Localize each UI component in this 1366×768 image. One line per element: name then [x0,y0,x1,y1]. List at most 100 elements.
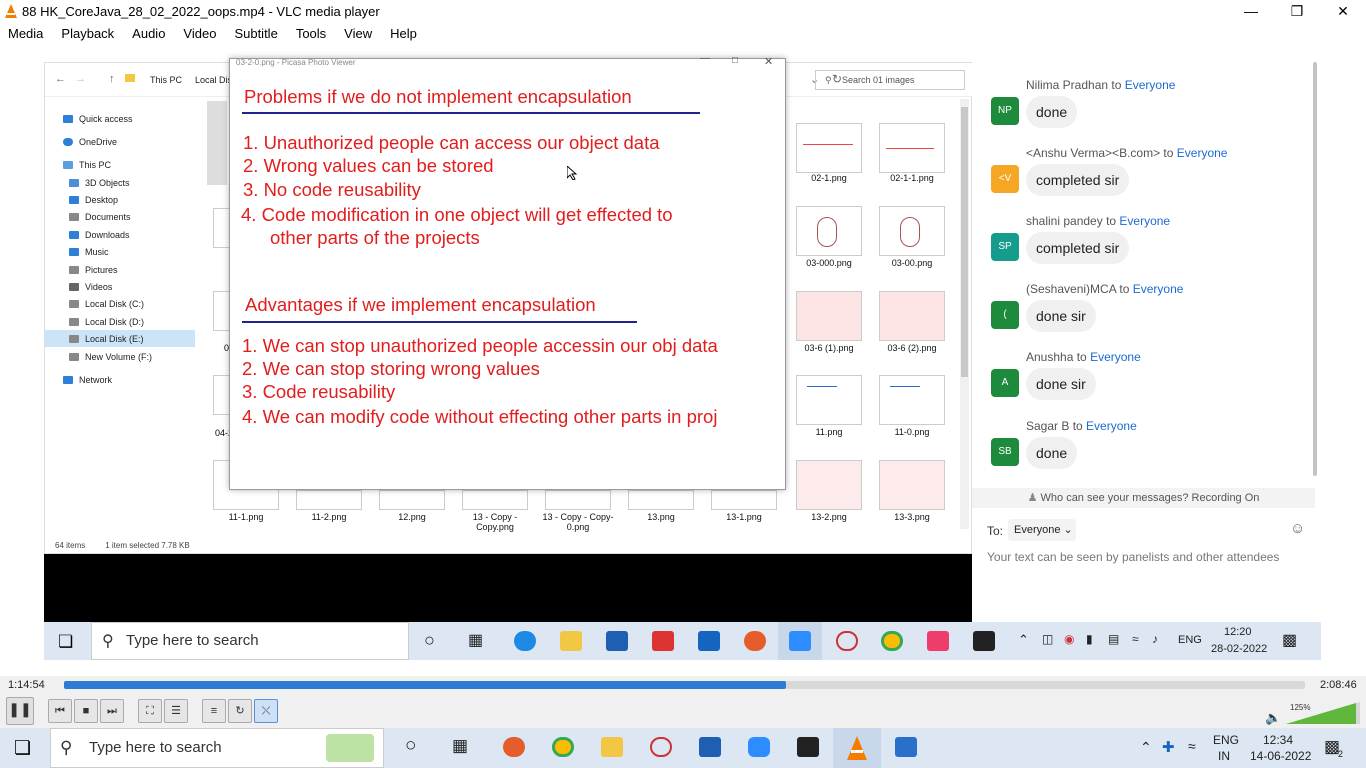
fullscreen-button[interactable]: ⛶ [138,699,162,723]
recorder-icon[interactable] [744,631,766,651]
cortana-icon[interactable]: ○ [424,630,435,651]
thumbnail[interactable] [879,123,945,173]
nav-quick-access[interactable]: Quick access [45,110,195,127]
pause-button[interactable]: ❚❚ [6,697,34,725]
tray-record-icon[interactable]: ◉ [1064,632,1074,646]
emoji-icon[interactable]: ☺ [1290,520,1305,537]
thumbnail[interactable] [879,291,945,341]
thumbnail[interactable] [545,490,611,510]
loop-button[interactable]: ↻ [228,699,252,723]
snipping-icon[interactable] [836,631,858,651]
next-button[interactable]: ⏭ [100,699,124,723]
nav-3d-objects[interactable]: 3D Objects [45,174,195,191]
nav-pictures[interactable]: Pictures [45,261,195,278]
windows-start-icon[interactable]: ❏ [58,632,73,652]
menu-playback[interactable]: Playback [61,26,114,41]
cortana-icon[interactable]: ○ [405,735,416,757]
maximize-button[interactable]: ❐ [1274,0,1320,22]
wifi-icon[interactable]: ≈ [1132,632,1139,646]
total-time[interactable]: 2:08:46 [1320,679,1357,691]
chat-scrollbar[interactable] [1311,62,1319,482]
edge-icon[interactable] [514,631,536,651]
thumbnail[interactable] [207,101,227,185]
language-indicator[interactable]: ENG [1213,733,1239,747]
nav-disk-c[interactable]: Local Disk (C:) [45,295,195,312]
notification-icon[interactable]: ▩ [1282,630,1297,650]
elapsed-time[interactable]: 1:14:54 [8,679,45,691]
snipping-icon[interactable] [650,737,672,757]
store-icon[interactable] [699,737,721,757]
privacy-notice[interactable]: ♟ Who can see your messages? Recording O… [972,488,1315,508]
clock-date[interactable]: 28-02-2022 [1211,643,1267,655]
zoom-icon[interactable] [789,631,811,651]
thumbnail[interactable] [879,460,945,510]
viewer-maximize-button[interactable]: □ [732,55,738,66]
previous-button[interactable]: ⏮ [48,699,72,723]
file-explorer-icon[interactable] [560,631,582,651]
nav-downloads[interactable]: Downloads [45,226,195,243]
region-indicator[interactable]: IN [1218,749,1230,763]
display-icon[interactable]: ▤ [1108,632,1119,646]
thumbnail[interactable] [879,375,945,425]
menu-video[interactable]: Video [183,26,216,41]
viewer-close-button[interactable]: ✕ [764,55,773,68]
thumbnail[interactable] [796,206,862,256]
chat-input[interactable]: Your text can be seen by panelists and o… [987,550,1279,564]
clock-time[interactable]: 12:20 [1224,626,1252,638]
nav-documents[interactable]: Documents [45,208,195,225]
chrome-icon[interactable] [881,631,903,651]
menu-tools[interactable]: Tools [296,26,326,41]
thumbnail[interactable] [796,375,862,425]
tray-app-icon[interactable]: ◫ [1042,632,1053,646]
recorded-search-box[interactable]: Type here to search [91,622,409,660]
file-explorer-icon[interactable] [601,737,623,757]
clock-time[interactable]: 12:34 [1263,733,1293,747]
minimize-button[interactable]: — [1228,0,1274,22]
stop-button[interactable]: ■ [74,699,98,723]
nav-disk-d[interactable]: Local Disk (D:) [45,313,195,330]
wifi-icon[interactable]: ≈ [1188,738,1196,754]
chrome-icon[interactable] [552,737,574,757]
explorer-scrollbar[interactable] [960,99,969,529]
tray-chevron-icon[interactable]: ⌃ [1140,739,1152,756]
menu-view[interactable]: View [344,26,372,41]
thumbnail[interactable] [296,490,362,510]
tray-chevron-icon[interactable]: ⌃ [1018,632,1029,648]
thumbnail[interactable] [462,490,528,510]
thumbnail[interactable] [379,490,445,510]
task-view-icon[interactable]: ▦ [452,736,468,756]
vlc-icon[interactable] [846,736,868,760]
nav-desktop[interactable]: Desktop [45,191,195,208]
mail-icon[interactable] [698,631,720,651]
nav-videos[interactable]: Videos [45,278,195,295]
menu-help[interactable]: Help [390,26,417,41]
recipient-dropdown[interactable]: Everyone ⌄ [1008,519,1076,541]
photos-icon[interactable] [895,737,917,757]
nav-volume-f[interactable]: New Volume (F:) [45,348,195,365]
nav-music[interactable]: Music [45,243,195,260]
windows-start-icon[interactable]: ❏ [14,737,31,760]
tray-plus-icon[interactable]: ✚ [1162,738,1175,756]
weather-widget-icon[interactable] [326,734,374,762]
zoom-icon[interactable] [748,737,770,757]
playlist-button[interactable]: ≡ [202,699,226,723]
nav-disk-e[interactable]: Local Disk (E:) [45,330,195,347]
thumbnail[interactable] [796,460,862,510]
thumbnail[interactable] [711,490,777,510]
shuffle-button[interactable]: ⤬ [254,699,278,723]
battery-icon[interactable]: ▮ [1086,632,1093,646]
nav-this-pc[interactable]: This PC [45,156,195,173]
nav-onedrive[interactable]: OneDrive [45,133,195,150]
thumbnail[interactable] [879,206,945,256]
camera-app-icon[interactable] [927,631,949,651]
sticky-notes-icon[interactable] [973,631,995,651]
task-view-icon[interactable]: ▦ [468,630,483,650]
thumbnail[interactable] [628,490,694,510]
speaker-icon[interactable]: 🔈 [1265,710,1281,726]
clock-date[interactable]: 14-06-2022 [1250,749,1311,763]
close-button[interactable]: ✕ [1320,0,1366,22]
breadcrumb-this-pc[interactable]: This PC [150,75,182,85]
volume-icon[interactable]: ♪ [1152,632,1158,646]
viewer-minimize-button[interactable]: — [700,53,710,64]
nav-network[interactable]: Network [45,371,195,388]
